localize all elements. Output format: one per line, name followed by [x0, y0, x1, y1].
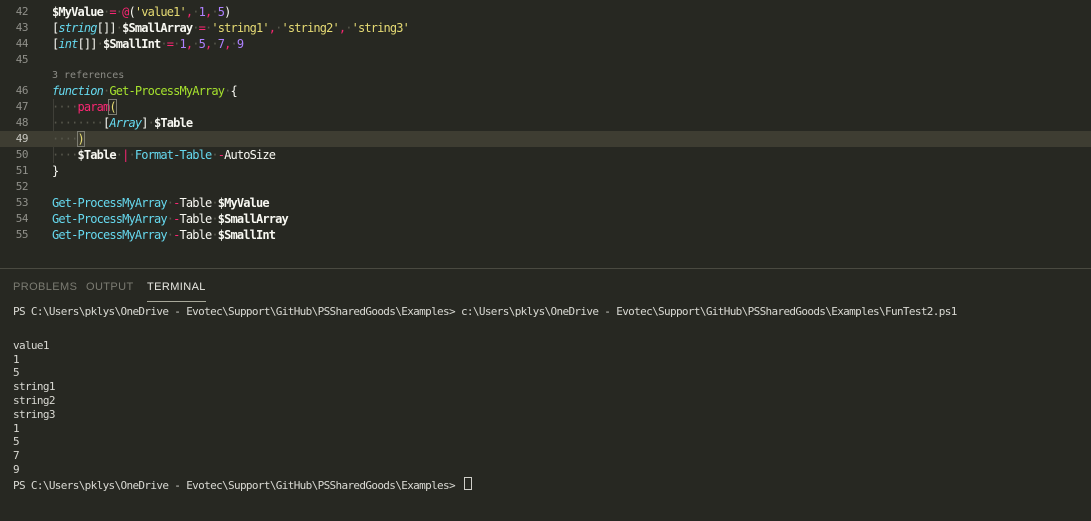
code-line-content: Get-ProcessMyArray·-Table·$SmallArray	[52, 211, 288, 227]
code-token: $MyValue	[52, 5, 103, 19]
terminal-line: 7	[13, 449, 1083, 463]
code-token: }	[52, 164, 58, 178]
code-line-content: ····$Table·|·Format-Table·-AutoSize	[52, 147, 275, 163]
code-token: Table	[180, 228, 212, 242]
whitespace-dots: ········	[52, 116, 103, 130]
code-token: param	[78, 100, 110, 114]
terminal-line: 5	[13, 366, 1083, 380]
line-number[interactable]: 44	[0, 36, 28, 52]
code-token: function	[52, 84, 103, 98]
code-token: AutoSize	[224, 148, 275, 162]
line-number[interactable]: 42	[0, 4, 28, 20]
code-line[interactable]: 55 Get-ProcessMyArray·-Table·$SmallInt	[0, 227, 1091, 243]
line-number[interactable]: 55	[0, 227, 28, 243]
code-token: Format-Table	[135, 148, 212, 162]
code-token: )	[78, 132, 84, 146]
code-token: $SmallInt	[218, 228, 275, 242]
line-number[interactable]: 54	[0, 211, 28, 227]
code-line[interactable]: 43 [string[]]·$SmallArray·=·'string1',·'s…	[0, 20, 1091, 36]
code-token: (	[109, 100, 115, 114]
terminal-line: string3	[13, 408, 1083, 422]
terminal-line: 5	[13, 435, 1083, 449]
code-line[interactable]: 42 $MyValue·=·@('value1',·1,·5)	[0, 4, 1091, 20]
panel-tab-terminal[interactable]: TERMINAL	[147, 277, 206, 302]
code-token: int	[58, 37, 77, 51]
line-number[interactable]: 48	[0, 115, 28, 131]
terminal-prompt-line: PS C:\Users\pklys\OneDrive - Evotec\Supp…	[13, 477, 1083, 491]
terminal-cursor	[464, 477, 472, 490]
code-token: Table	[180, 196, 212, 210]
code-line-content: }	[52, 163, 58, 179]
panel-tab-problems[interactable]: PROBLEMS	[13, 277, 77, 297]
terminal-line: string2	[13, 394, 1083, 408]
terminal-line	[13, 319, 1083, 339]
line-number[interactable]: 51	[0, 163, 28, 179]
code-token: string	[58, 21, 96, 35]
code-line-content: Get-ProcessMyArray·-Table·$MyValue	[52, 195, 269, 211]
code-token: Get-ProcessMyArray	[52, 196, 167, 210]
terminal-line: 1	[13, 422, 1083, 436]
line-number[interactable]: 43	[0, 20, 28, 36]
code-line[interactable]: 54 Get-ProcessMyArray·-Table·$SmallArray	[0, 211, 1091, 227]
code-line-content: [string[]]·$SmallArray·=·'string1',·'str…	[52, 20, 409, 36]
code-line-content: Get-ProcessMyArray·-Table·$SmallInt	[52, 227, 275, 243]
code-line-content: ····)	[52, 131, 84, 147]
line-number[interactable]: 53	[0, 195, 28, 211]
code-line-content: $MyValue·=·@('value1',·1,·5)	[52, 4, 231, 20]
code-line[interactable]: 48 ········[Array]·$Table	[0, 115, 1091, 131]
code-token: Get-ProcessMyArray	[109, 84, 224, 98]
code-token: $SmallInt	[103, 37, 160, 51]
code-token: Array	[109, 116, 141, 130]
code-line[interactable]: 49 ····)	[0, 131, 1091, 147]
line-number[interactable]: 49	[0, 131, 28, 147]
code-line[interactable]: 50 ····$Table·|·Format-Table·-AutoSize	[0, 147, 1091, 163]
code-token: 'value1'	[135, 5, 186, 19]
line-number[interactable]: 52	[0, 179, 28, 195]
code-line-content: ····param(	[52, 99, 116, 115]
code-token: $MyValue	[218, 196, 269, 210]
code-line-content: function·Get-ProcessMyArray·{	[52, 83, 237, 99]
line-number[interactable]: 45	[0, 52, 28, 68]
code-token: Table	[180, 212, 212, 226]
code-line[interactable]: 46 function·Get-ProcessMyArray·{	[0, 83, 1091, 99]
codelens-references[interactable]: 3 references	[52, 68, 652, 83]
code-line-content: [int[]]·$SmallInt·=·1,·5,·7,·9	[52, 36, 243, 52]
code-token: 9	[237, 37, 243, 51]
terminal-line: PS C:\Users\pklys\OneDrive - Evotec\Supp…	[13, 305, 1083, 319]
code-line[interactable]: 45	[0, 52, 1091, 68]
code-token: Get-ProcessMyArray	[52, 212, 167, 226]
code-editor[interactable]: 42 $MyValue·=·@('value1',·1,·5) 43 [string[…	[0, 0, 1091, 267]
code-token: 'string2'	[282, 21, 339, 35]
panel-tab-output[interactable]: OUTPUT	[86, 277, 134, 297]
line-number[interactable]: 47	[0, 99, 28, 115]
terminal-output[interactable]: PS C:\Users\pklys\OneDrive - Evotec\Supp…	[13, 305, 1083, 491]
whitespace-dots: ····	[52, 148, 78, 162]
whitespace-dots: ····	[52, 100, 78, 114]
code-token: []]	[78, 37, 97, 51]
bottom-panel: PROBLEMS OUTPUT TERMINAL PS C:\Users\pklys…	[0, 268, 1091, 521]
code-line[interactable]: 52	[0, 179, 1091, 195]
code-token: Get-ProcessMyArray	[52, 228, 167, 242]
code-token: 'string3'	[352, 21, 409, 35]
terminal-line: string1	[13, 380, 1083, 394]
code-token: $SmallArray	[122, 21, 192, 35]
line-number[interactable]: 50	[0, 147, 28, 163]
terminal-line: 9	[13, 463, 1083, 477]
code-line[interactable]: 44 [int[]]·$SmallInt·=·1,·5,·7,·9	[0, 36, 1091, 52]
whitespace-dots: ····	[52, 132, 78, 146]
code-line-content: ········[Array]·$Table	[52, 115, 192, 131]
code-token: {	[231, 84, 237, 98]
code-line[interactable]: 53 Get-ProcessMyArray·-Table·$MyValue	[0, 195, 1091, 211]
code-token: []]	[97, 21, 116, 35]
code-line[interactable]: 47 ····param(	[0, 99, 1091, 115]
line-number[interactable]: 46	[0, 83, 28, 99]
terminal-line: 1	[13, 353, 1083, 367]
code-token: $Table	[78, 148, 116, 162]
code-token: $SmallArray	[218, 212, 288, 226]
code-token: 'string1'	[211, 21, 268, 35]
terminal-line: value1	[13, 339, 1083, 353]
code-token: $Table	[154, 116, 192, 130]
code-token: )	[224, 5, 230, 19]
code-line[interactable]: 51}	[0, 163, 1091, 179]
